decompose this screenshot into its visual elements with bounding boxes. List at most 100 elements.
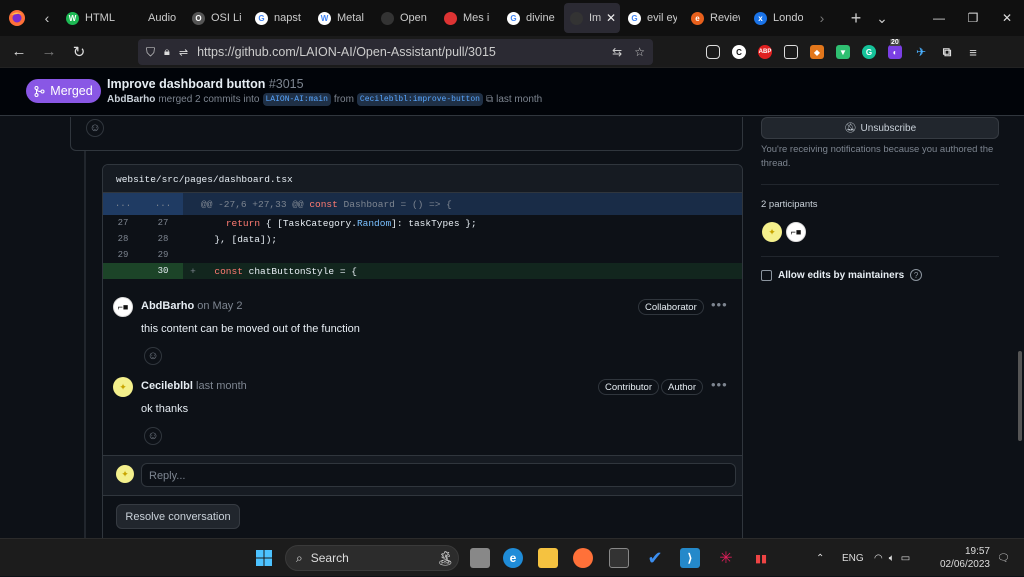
browser-tab[interactable]: Gdivine bbox=[501, 3, 562, 33]
old-line-number[interactable]: 29 bbox=[103, 247, 143, 263]
new-line-number[interactable]: 30 bbox=[143, 263, 183, 279]
old-line-number[interactable]: 28 bbox=[103, 231, 143, 247]
tray-overflow-icon[interactable]: ⌃ bbox=[816, 539, 824, 577]
minimize-icon[interactable]: — bbox=[922, 0, 956, 36]
tab-list-dropdown-icon[interactable]: ⌄ bbox=[869, 0, 895, 36]
notification-bell-icon[interactable]: 🗨︎ bbox=[997, 539, 1010, 577]
add-reaction-icon[interactable]: ☺ bbox=[144, 347, 162, 365]
vpn-shield-icon[interactable]: ▼ bbox=[836, 45, 850, 59]
browser-tab[interactable]: x Londo bbox=[748, 3, 809, 33]
translate-icon[interactable]: ⇆ bbox=[612, 45, 622, 59]
pocket-icon[interactable] bbox=[706, 45, 720, 59]
browser-tab[interactable]: Gnapst bbox=[249, 3, 310, 33]
browser-tab[interactable]: Gevil ey bbox=[622, 3, 683, 33]
todo-check-icon[interactable]: ✔ bbox=[645, 548, 665, 568]
slack-icon[interactable]: ✳ bbox=[716, 548, 736, 568]
head-branch-label[interactable]: Cecileblbl:improve-button bbox=[356, 93, 483, 106]
terminal-icon[interactable] bbox=[609, 548, 629, 568]
allow-edits-label[interactable]: Allow edits by maintainers bbox=[778, 270, 904, 281]
url-text[interactable]: https://github.com/LAION-AI/Open-Assista… bbox=[197, 45, 496, 59]
pr-author-link[interactable]: AbdBarho bbox=[107, 94, 155, 105]
close-window-icon[interactable]: ✕ bbox=[990, 0, 1024, 36]
diff-marker: + bbox=[190, 265, 196, 277]
new-line-number[interactable]: 27 bbox=[143, 215, 183, 231]
back-icon[interactable]: ← bbox=[4, 36, 34, 68]
tab-favicon-icon bbox=[570, 11, 583, 25]
tab-scroll-right-icon[interactable]: › bbox=[809, 0, 835, 36]
reader-icon[interactable] bbox=[784, 45, 798, 59]
diff-filename[interactable]: website/src/pages/dashboard.tsx bbox=[103, 165, 742, 193]
add-reaction-icon[interactable]: ☺ bbox=[86, 119, 104, 137]
bookmark-star-icon[interactable]: ☆ bbox=[634, 45, 645, 59]
participant-avatar[interactable]: ✦ bbox=[762, 222, 782, 242]
scrollbar[interactable] bbox=[1018, 351, 1022, 441]
tab-favicon-icon bbox=[444, 11, 457, 25]
old-line-number[interactable] bbox=[103, 263, 143, 279]
close-tab-icon[interactable]: ✕ bbox=[606, 11, 616, 25]
browser-tab[interactable]: W HTML bbox=[60, 3, 121, 33]
review-thread: website/src/pages/dashboard.tsx ... ... … bbox=[102, 164, 743, 538]
divider bbox=[761, 256, 999, 257]
unsubscribe-button[interactable]: 🔕︎ Unsubscribe bbox=[761, 117, 999, 139]
firefox-icon[interactable] bbox=[0, 0, 34, 36]
new-tab-icon[interactable]: + bbox=[843, 0, 869, 36]
reload-icon[interactable]: ↻ bbox=[64, 36, 94, 68]
firefox-taskbar-icon[interactable] bbox=[573, 548, 593, 568]
base-branch-label[interactable]: LAION-AI:main bbox=[262, 93, 331, 106]
metamask-icon[interactable]: ◆ bbox=[810, 45, 824, 59]
lock-icon[interactable]: 🔒︎ bbox=[164, 46, 170, 59]
old-line-number[interactable]: 27 bbox=[103, 215, 143, 231]
system-tray[interactable]: ◠ 🔈︎ ▭ bbox=[874, 539, 910, 577]
help-icon[interactable]: ? bbox=[910, 269, 923, 281]
browser-tab[interactable]: Open bbox=[375, 3, 436, 33]
edge-icon[interactable]: e bbox=[503, 548, 523, 568]
url-bar[interactable]: ⛉ 🔒︎ ⇌ https://github.com/LAION-AI/Open-… bbox=[138, 39, 653, 65]
forward-icon[interactable]: → bbox=[34, 36, 64, 68]
tab-list-back-icon[interactable]: ‹ bbox=[34, 0, 60, 36]
windows-start-icon[interactable] bbox=[254, 548, 274, 568]
participant-avatar[interactable]: ⌐■ bbox=[786, 222, 806, 242]
browser-tab[interactable]: W Metal bbox=[312, 3, 373, 33]
browser-tab[interactable]: e Review bbox=[685, 3, 746, 33]
language-indicator[interactable]: ENG bbox=[842, 539, 864, 577]
permissions-icon[interactable]: ⇌ bbox=[179, 46, 188, 59]
new-line-number[interactable]: 28 bbox=[143, 231, 183, 247]
c-extension-icon[interactable]: C bbox=[732, 45, 746, 59]
browser-tab[interactable]: O OSI Li bbox=[186, 3, 247, 33]
tab-favicon-icon: G bbox=[507, 11, 520, 25]
allow-edits-checkbox[interactable] bbox=[761, 269, 772, 281]
taskbar-search[interactable]: ⌕ Search 🏝︎ bbox=[285, 545, 459, 571]
file-explorer-icon[interactable] bbox=[538, 548, 558, 568]
comment-date[interactable]: last month bbox=[196, 380, 247, 392]
reply-input[interactable]: Reply... bbox=[141, 463, 736, 487]
task-view-icon[interactable] bbox=[470, 548, 490, 568]
menu-icon[interactable]: ≡ bbox=[966, 45, 980, 60]
add-reaction-icon[interactable]: ☺ bbox=[144, 427, 162, 445]
expand-left-icon[interactable]: ... bbox=[103, 193, 143, 215]
restore-icon[interactable]: ❐ bbox=[956, 0, 990, 36]
expand-right-icon[interactable]: ... bbox=[143, 193, 183, 215]
extensions-puzzle-icon[interactable]: ⧉ bbox=[940, 45, 954, 59]
battery-icon: ▭ bbox=[900, 552, 911, 564]
comment-options-icon[interactable]: ••• bbox=[711, 297, 728, 312]
stats-app-icon[interactable]: ▮▮ bbox=[751, 548, 771, 568]
comment-author-link[interactable]: AbdBarho bbox=[141, 300, 194, 312]
translate-extension-icon[interactable]: ✈ bbox=[914, 45, 928, 59]
avatar[interactable]: ✦ bbox=[113, 377, 133, 397]
shield-icon[interactable]: ⛉ bbox=[146, 45, 155, 60]
comment-date[interactable]: on May 2 bbox=[197, 300, 242, 312]
copy-icon[interactable]: ⧉ bbox=[486, 94, 493, 105]
browser-tab[interactable]: Mes i bbox=[438, 3, 499, 33]
adblock-icon[interactable]: ABP bbox=[758, 45, 772, 59]
grammarly-icon[interactable]: G bbox=[862, 45, 876, 59]
browser-tab[interactable]: Audio Rec bbox=[123, 3, 184, 33]
clock[interactable]: 19:57 02/06/2023 bbox=[936, 545, 990, 571]
avatar[interactable]: ⌐■ bbox=[113, 297, 133, 317]
comment-options-icon[interactable]: ••• bbox=[711, 377, 728, 392]
browser-tab[interactable]: Im ✕ bbox=[564, 3, 620, 33]
vscode-icon[interactable]: ⟩ bbox=[680, 548, 700, 568]
counter-extension-icon[interactable]: ◐ 20 bbox=[888, 39, 902, 59]
new-line-number[interactable]: 29 bbox=[143, 247, 183, 263]
comment-author-link[interactable]: Cecileblbl bbox=[141, 380, 193, 392]
resolve-conversation-button[interactable]: Resolve conversation bbox=[116, 504, 240, 529]
